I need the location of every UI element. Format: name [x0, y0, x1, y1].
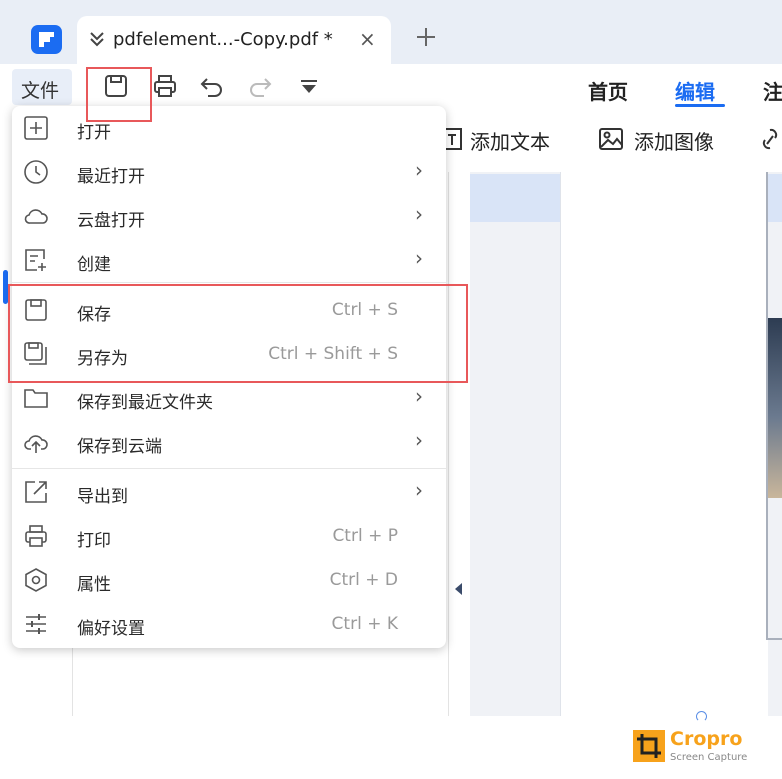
- menu-item-label: 保存: [77, 305, 111, 325]
- file-dropdown-menu: 打开 最近打开 › 云盘打开 › 创建 › 保存 Ctrl + S 另存为 Ct…: [12, 106, 446, 648]
- menu-item-label: 属性: [77, 575, 111, 595]
- print-icon[interactable]: [152, 73, 178, 99]
- menu-item-label: 另存为: [77, 349, 128, 369]
- pdf-page[interactable]: [560, 172, 768, 716]
- submenu-arrow-icon: ›: [415, 384, 423, 408]
- menu-separator: [12, 468, 446, 469]
- tab-edit[interactable]: 编辑: [675, 76, 715, 105]
- watermark-subtitle: Screen Capture: [670, 752, 748, 763]
- save-icon: [25, 299, 47, 321]
- tab-home[interactable]: 首页: [588, 76, 628, 105]
- cloud-icon: [24, 209, 48, 224]
- submenu-arrow-icon: ›: [415, 158, 423, 182]
- page-image: [768, 318, 782, 498]
- menu-item-save-recent-folder[interactable]: 保存到最近文件夹 ›: [12, 376, 446, 420]
- menu-item-properties[interactable]: 属性 Ctrl + D: [12, 558, 446, 602]
- watermark-name: Cropro: [670, 728, 743, 750]
- menu-item-label: 打开: [77, 123, 111, 143]
- menu-item-save-as[interactable]: 另存为 Ctrl + Shift + S: [12, 332, 446, 376]
- app-logo-icon[interactable]: [31, 25, 62, 54]
- export-icon: [25, 481, 47, 503]
- properties-icon: [25, 568, 47, 592]
- save-icon[interactable]: [103, 73, 129, 99]
- menu-item-label: 最近打开: [77, 167, 145, 187]
- scroll-indicator-icon[interactable]: [696, 711, 707, 722]
- active-tab-indicator: [675, 104, 725, 107]
- toolbar: 文件 首页 编辑 注: [0, 64, 782, 110]
- menu-item-label: 打印: [77, 531, 111, 551]
- menu-item-recent[interactable]: 最近打开 ›: [12, 150, 446, 194]
- double-chevron-down-icon[interactable]: [87, 28, 107, 50]
- menu-item-shortcut: Ctrl + Shift + S: [268, 344, 398, 364]
- submenu-arrow-icon: ›: [415, 478, 423, 502]
- document-canvas: [470, 172, 782, 716]
- thumbnail-panel-edge: [448, 172, 470, 716]
- close-tab-icon[interactable]: ×: [359, 29, 376, 49]
- redo-icon[interactable]: [247, 73, 273, 99]
- create-doc-icon: [25, 249, 46, 271]
- customize-dropdown-icon[interactable]: [296, 73, 322, 99]
- file-menu-button[interactable]: 文件: [12, 69, 72, 105]
- save-as-icon: [24, 342, 47, 365]
- plus-square-icon: [24, 116, 48, 140]
- menu-separator: [12, 282, 446, 283]
- add-image-button[interactable]: 添加图像: [598, 124, 728, 156]
- document-tab[interactable]: pdfelement...-Copy.pdf * ×: [77, 16, 391, 64]
- submenu-arrow-icon: ›: [415, 428, 423, 452]
- tab-comment[interactable]: 注: [763, 76, 782, 105]
- menu-item-open[interactable]: 打开: [12, 106, 446, 150]
- menu-item-shortcut: Ctrl + S: [331, 300, 398, 320]
- folder-icon: [24, 389, 48, 408]
- collapse-panel-icon[interactable]: [455, 583, 462, 595]
- new-tab-icon[interactable]: [414, 25, 438, 49]
- menu-item-label: 偏好设置: [77, 619, 145, 639]
- menu-item-save-cloud[interactable]: 保存到云端 ›: [12, 420, 446, 464]
- menu-item-label: 导出到: [77, 487, 128, 507]
- print-icon: [25, 525, 47, 547]
- menu-item-label: 保存到最近文件夹: [77, 393, 213, 413]
- submenu-arrow-icon: ›: [415, 246, 423, 270]
- add-text-button[interactable]: 添加文本: [440, 124, 570, 156]
- link-icon[interactable]: [758, 126, 782, 154]
- menu-item-print[interactable]: 打印 Ctrl + P: [12, 514, 446, 558]
- sidebar-active-marker: [3, 270, 8, 304]
- add-text-label: 添加文本: [470, 130, 550, 154]
- image-icon: [599, 128, 623, 150]
- cropro-watermark: Cropro Screen Capture: [633, 728, 773, 768]
- menu-item-shortcut: Ctrl + P: [332, 526, 398, 546]
- document-tab-title: pdfelement...-Copy.pdf *: [113, 29, 333, 50]
- cloud-upload-icon: [24, 435, 48, 453]
- menu-item-label: 保存到云端: [77, 437, 162, 457]
- tab-bar: pdfelement...-Copy.pdf * ×: [0, 0, 782, 64]
- menu-item-create[interactable]: 创建 ›: [12, 238, 446, 282]
- menu-item-preferences[interactable]: 偏好设置 Ctrl + K: [12, 602, 446, 646]
- menu-item-export[interactable]: 导出到 ›: [12, 470, 446, 514]
- submenu-arrow-icon: ›: [415, 202, 423, 226]
- menu-item-shortcut: Ctrl + D: [329, 570, 398, 590]
- cropro-logo-icon: [633, 730, 665, 762]
- menu-item-save[interactable]: 保存 Ctrl + S: [12, 288, 446, 332]
- clock-icon: [24, 160, 48, 184]
- menu-item-cloud-open[interactable]: 云盘打开 ›: [12, 194, 446, 238]
- menu-item-label: 云盘打开: [77, 211, 145, 231]
- undo-icon[interactable]: [199, 73, 225, 99]
- menu-item-shortcut: Ctrl + K: [331, 614, 398, 634]
- add-image-label: 添加图像: [634, 130, 714, 154]
- sliders-icon: [26, 614, 46, 634]
- menu-item-label: 创建: [77, 255, 111, 275]
